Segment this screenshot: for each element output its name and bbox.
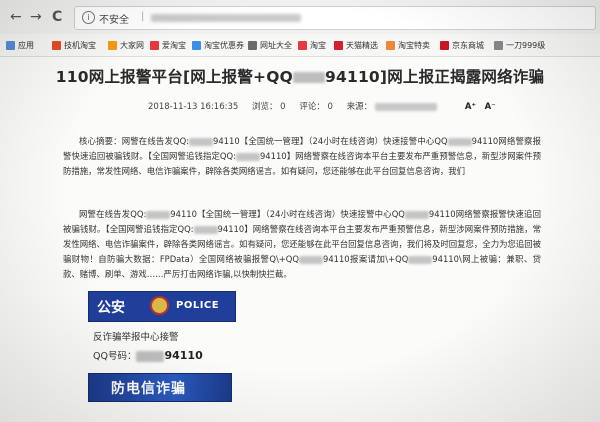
redacted-digits — [298, 255, 323, 264]
bookmark-item[interactable]: 网址大全 — [248, 40, 292, 51]
bookmark-icon — [248, 41, 257, 50]
redacted-digits — [146, 210, 171, 219]
redacted-digits — [292, 72, 325, 83]
police-banner-en: POLICE — [176, 300, 220, 311]
bookmark-item[interactable]: 淘宝特卖 — [386, 40, 430, 51]
address-bar-row: ← → C i 不安全 | — [0, 0, 600, 35]
bookmarks-bar: 应用 技机淘宝 大家网 爱淘宝 淘宝优惠券 网址大全 淘宝 天猫精选 淘宝特卖 … — [0, 34, 600, 57]
comment-count: 评论： 0 — [299, 102, 333, 112]
article-body: 网警在线告发QQ: 94110【全国统一管理】（24小时在线咨询）快速接警中心QQ… — [63, 209, 542, 279]
font-small-button[interactable]: A⁻ — [485, 102, 496, 112]
forward-icon[interactable]: → — [30, 9, 42, 25]
view-count: 浏览： 0 — [251, 102, 286, 112]
bookmark-item[interactable]: 爱淘宝 — [150, 40, 186, 51]
article-page: 110网上报警平台[网上报警+QQ 94110]网上报正揭露网络诈骗 2018-1… — [0, 57, 600, 422]
back-icon[interactable]: ← — [10, 9, 22, 25]
article-summary: 核心摘要：网警在线告发QQ: 94110【全国统一管理】（24小时在线咨询）快速接… — [63, 136, 542, 176]
bookmark-icon — [108, 41, 117, 50]
url-separator: | — [141, 11, 145, 22]
bookmark-item[interactable]: 大家网 — [108, 40, 144, 51]
bookmark-icon — [386, 41, 395, 50]
article-date: 2018-11-13 16:16:35 — [148, 102, 239, 112]
bookmark-apps[interactable]: 应用 — [6, 40, 34, 51]
bookmark-icon — [298, 41, 307, 50]
font-large-button[interactable]: A⁺ — [465, 102, 476, 112]
bookmark-icon — [440, 41, 449, 50]
police-badge-icon — [150, 296, 169, 315]
bookmark-icon — [334, 41, 343, 50]
police-banner-cn: 公安 — [97, 300, 125, 316]
redacted-digits — [408, 255, 433, 264]
anti-fraud-banner: 防电信诈骗 — [88, 373, 232, 402]
reload-icon[interactable]: C — [52, 9, 62, 25]
bookmark-item[interactable]: 淘宝优惠券 — [192, 40, 244, 51]
redacted-digits — [235, 152, 260, 161]
redacted-digits — [193, 225, 218, 234]
bookmark-item[interactable]: 淘宝 — [298, 40, 326, 51]
bookmark-item[interactable]: 天猫精选 — [334, 40, 378, 51]
redacted-digits — [189, 137, 213, 146]
article-meta: 2018-11-13 16:16:35 浏览： 0 评论： 0 来源： A⁺ A… — [148, 100, 502, 112]
bookmark-item[interactable]: 一刀999级 — [494, 40, 545, 51]
article-title: 110网上报警平台[网上报警+QQ 94110]网上报正揭露网络诈骗 — [55, 68, 545, 86]
qq-number-line: QQ号码： 94110 — [93, 349, 203, 362]
bookmark-item[interactable]: 京东商城 — [440, 40, 484, 51]
bookmark-item[interactable]: 技机淘宝 — [52, 40, 96, 51]
apps-icon — [6, 41, 15, 50]
url-input[interactable]: i 不安全 | — [74, 6, 596, 30]
report-center-label: 反诈骗举报中心接警 — [93, 332, 179, 343]
info-icon[interactable]: i — [82, 11, 95, 24]
source-label: 来源： — [346, 102, 373, 112]
url-text-blurred[interactable] — [151, 14, 301, 22]
redacted-digits — [136, 351, 165, 362]
bookmark-icon — [494, 41, 503, 50]
bookmark-icon — [150, 41, 159, 50]
bookmark-icon — [52, 41, 61, 50]
police-banner: 公安 POLICE — [88, 291, 236, 322]
redacted-digits — [404, 210, 429, 219]
redacted-digits — [447, 137, 472, 146]
bookmark-icon — [192, 41, 201, 50]
security-label[interactable]: 不安全 — [99, 11, 129, 26]
source-redacted — [375, 102, 438, 111]
browser-window: ← → C i 不安全 | 应用 技机淘宝 大家网 爱淘宝 淘宝优惠券 网址大全… — [0, 0, 600, 422]
